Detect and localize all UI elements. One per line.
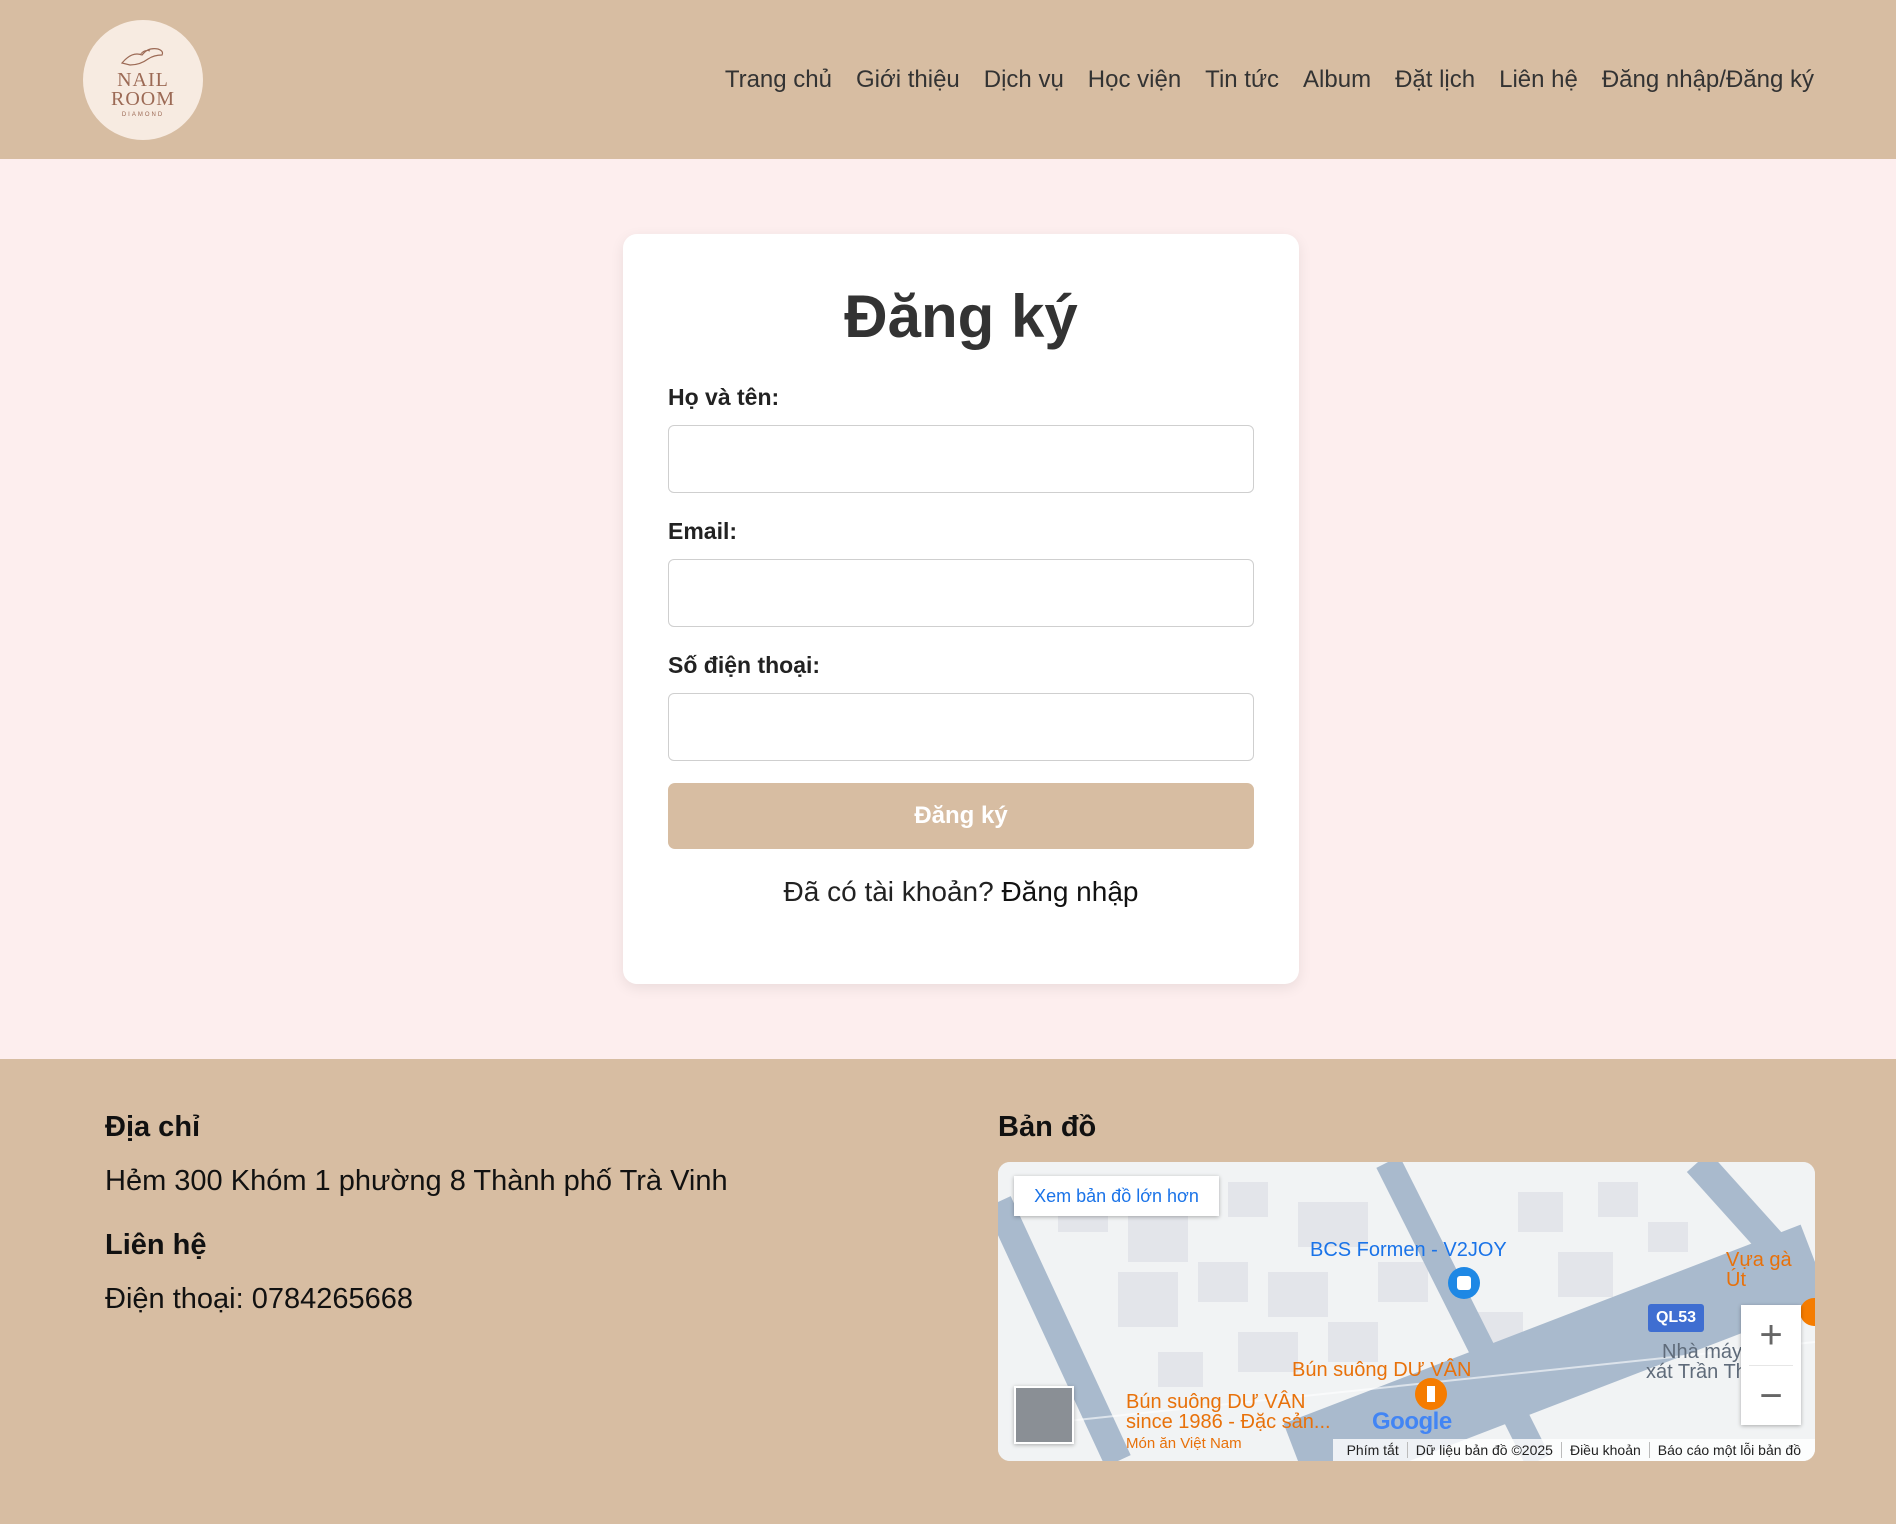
map-place-nha-may-2: xát Trần Th bbox=[1646, 1361, 1747, 1383]
login-prompt-text: Đã có tài khoản? bbox=[783, 876, 994, 907]
logo-text-diamond: DIAMOND bbox=[121, 111, 165, 118]
nav-tin-tuc[interactable]: Tin tức bbox=[1193, 64, 1291, 96]
map-place-bun-suong[interactable]: Bún suông DƯ VÂN bbox=[1292, 1360, 1471, 1380]
map-place-bun-suong-2[interactable]: Bún suông DƯ VÂN bbox=[1126, 1392, 1305, 1412]
hand-icon bbox=[120, 47, 164, 66]
map-attribution: Phím tắt Dữ liệu bản đồ ©2025 Điều khoản… bbox=[1332, 1439, 1815, 1461]
site-header: NAIL ROOM DIAMOND Trang chủ Giới thiệu D… bbox=[0, 0, 1896, 159]
nav-trang-chu[interactable]: Trang chủ bbox=[713, 64, 844, 96]
address-heading: Địa chỉ bbox=[105, 1111, 201, 1143]
zoom-out-button[interactable]: − bbox=[1741, 1366, 1801, 1426]
nav-dat-lich[interactable]: Đặt lịch bbox=[1383, 64, 1487, 96]
zoom-in-button[interactable]: + bbox=[1741, 1305, 1801, 1365]
login-link[interactable]: Đăng nhập bbox=[1001, 876, 1138, 907]
road-badge: QL53 bbox=[1648, 1304, 1704, 1332]
map-place-vua-ga[interactable]: Vựa gà Út bbox=[1726, 1250, 1815, 1290]
phone-label: Số điện thoại: bbox=[668, 652, 821, 678]
terms-link[interactable]: Điều khoản bbox=[1560, 1442, 1649, 1458]
map-place-nha-may[interactable]: Nhà máy bbox=[1662, 1342, 1742, 1362]
login-prompt: Đã có tài khoản? Đăng nhập bbox=[623, 876, 1299, 908]
phone-field[interactable] bbox=[668, 693, 1254, 761]
register-card: Đăng ký Họ và tên: Email: Số điện thoại:… bbox=[623, 234, 1299, 984]
logo-text-room: ROOM bbox=[110, 87, 175, 110]
email-field[interactable] bbox=[668, 559, 1254, 627]
nail-room-logo[interactable]: NAIL ROOM DIAMOND bbox=[83, 20, 203, 140]
map-place-bcs[interactable]: BCS Formen - V2JOY bbox=[1310, 1240, 1507, 1260]
nav-lien-he[interactable]: Liên hệ bbox=[1487, 64, 1590, 96]
page-title: Đăng ký bbox=[844, 283, 1078, 350]
embedded-map[interactable]: Xem bản đồ lớn hơn BCS Formen - V2JOY Vự… bbox=[998, 1162, 1815, 1461]
zoom-controls: + − bbox=[1741, 1305, 1801, 1425]
fullname-label: Họ và tên: bbox=[668, 384, 780, 410]
nav-dich-vu[interactable]: Dịch vụ bbox=[972, 64, 1076, 96]
map-place-bun-suong-2-desc: since 1986 - Đặc sản... bbox=[1126, 1411, 1331, 1433]
satellite-toggle[interactable] bbox=[1014, 1386, 1074, 1444]
phone-text: Điện thoại: 0784265668 bbox=[105, 1283, 413, 1315]
report-error-link[interactable]: Báo cáo một lỗi bản đồ bbox=[1648, 1442, 1809, 1458]
main-nav: Trang chủ Giới thiệu Dịch vụ Học viện Ti… bbox=[713, 64, 1826, 96]
contact-heading: Liên hệ bbox=[105, 1229, 207, 1261]
map-heading: Bản đồ bbox=[998, 1111, 1097, 1143]
nav-hoc-vien[interactable]: Học viện bbox=[1076, 64, 1193, 96]
map-data-text: Dữ liệu bản đồ ©2025 bbox=[1406, 1442, 1561, 1458]
google-logo: Google bbox=[1372, 1408, 1452, 1435]
email-label: Email: bbox=[668, 518, 738, 544]
keyboard-shortcuts-link[interactable]: Phím tắt bbox=[1339, 1442, 1407, 1458]
nav-dang-nhap-dang-ky[interactable]: Đăng nhập/Đăng ký bbox=[1590, 64, 1826, 96]
fullname-field[interactable] bbox=[668, 425, 1254, 493]
nav-gioi-thieu[interactable]: Giới thiệu bbox=[844, 64, 972, 96]
logo-text-nail: NAIL bbox=[117, 68, 169, 91]
larger-map-link[interactable]: Xem bản đồ lớn hơn bbox=[1014, 1176, 1219, 1216]
nav-album[interactable]: Album bbox=[1291, 64, 1383, 96]
map-place-bun-suong-2-type: Món ăn Việt Nam bbox=[1126, 1435, 1242, 1452]
register-button[interactable]: Đăng ký bbox=[668, 783, 1254, 849]
address-text: Hẻm 300 Khóm 1 phường 8 Thành phố Trà Vi… bbox=[105, 1165, 728, 1197]
